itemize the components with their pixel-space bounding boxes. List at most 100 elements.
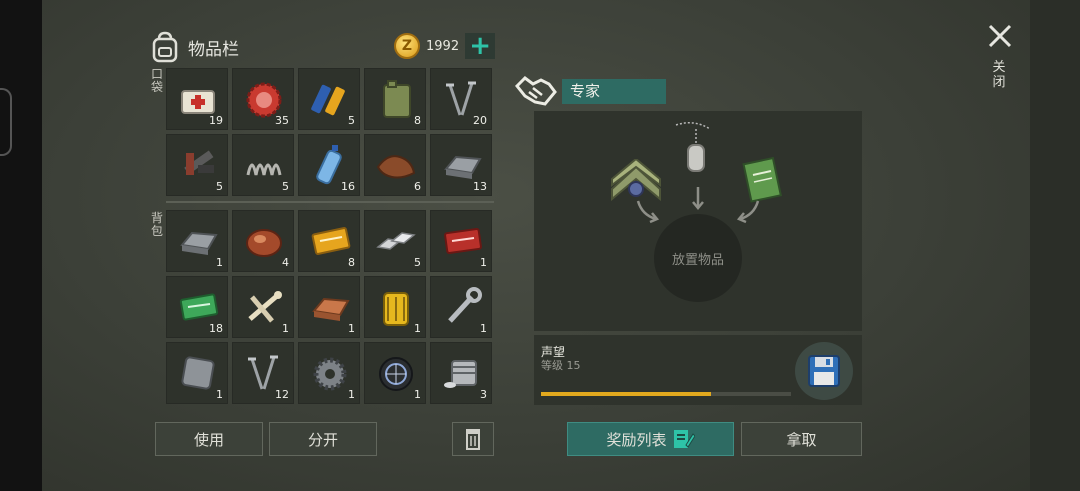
item-quantity: 1	[348, 322, 355, 335]
copper-bar-icon	[312, 297, 350, 321]
floppy-disk-badge	[795, 342, 853, 400]
trash-icon	[466, 429, 480, 450]
inventory-slot[interactable]: 8	[364, 68, 426, 130]
oil-filter-icon	[383, 292, 409, 326]
inventory-slot[interactable]: 5	[232, 134, 294, 196]
item-quantity: 18	[209, 322, 223, 335]
coin-icon: Z	[394, 33, 420, 59]
handshake-icon	[515, 76, 557, 106]
item-quantity: 12	[275, 388, 289, 401]
reputation-progress-bar	[541, 392, 791, 396]
inventory-slot[interactable]: 1	[364, 342, 426, 404]
item-quantity: 1	[480, 322, 487, 335]
inventory-slot[interactable]: 1	[298, 276, 360, 338]
trash-button[interactable]	[452, 422, 494, 456]
inventory-slot[interactable]: 3	[430, 342, 492, 404]
rewards-list-label: 奖励列表	[606, 430, 667, 449]
left-bezel	[0, 0, 42, 491]
use-button[interactable]: 使用	[155, 422, 263, 456]
item-quantity: 20	[473, 114, 487, 127]
item-quantity: 19	[209, 114, 223, 127]
aluminum-bars-icon	[376, 232, 416, 250]
inventory-slot[interactable]: 1	[364, 276, 426, 338]
backpack-label: 背包	[150, 211, 163, 238]
edit-list-icon	[673, 430, 695, 448]
gear-icon	[313, 357, 347, 391]
item-quantity: 1	[282, 322, 289, 335]
close-label[interactable]: 关闭	[991, 60, 1007, 90]
engine-part-icon	[444, 360, 477, 388]
leather-icon	[376, 155, 416, 179]
iron-bar-icon	[180, 231, 218, 255]
item-quantity: 4	[282, 256, 289, 269]
take-button[interactable]: 拿取	[741, 422, 862, 456]
coin-amount: 1992	[426, 38, 460, 54]
inventory-slot[interactable]: 1	[298, 342, 360, 404]
bones-icon	[248, 291, 282, 323]
combat-coupon-icon	[444, 227, 482, 255]
inventory-slot[interactable]: 5	[166, 134, 228, 196]
wrench-icon	[448, 287, 482, 323]
inventory-slot[interactable]: 5	[364, 210, 426, 272]
inventory-slot[interactable]: 1	[166, 342, 228, 404]
item-quantity: 8	[348, 256, 355, 269]
item-quantity: 16	[341, 180, 355, 193]
item-quantity: 1	[414, 388, 421, 401]
inventory-slot[interactable]: 35	[232, 68, 294, 130]
backpack-grid: 1 4 8 5 1 18 1 1 1 1 1 12 1 1 3	[166, 210, 492, 404]
fuel-canister-icon	[383, 80, 411, 118]
inventory-slot[interactable]: 16	[298, 134, 360, 196]
add-coins-button[interactable]: +	[465, 33, 496, 59]
inventory-slot[interactable]: 12	[232, 342, 294, 404]
scrap-pipes-icon	[184, 150, 214, 175]
inventory-slot[interactable]: 1	[430, 276, 492, 338]
backpack-icon	[152, 31, 178, 63]
item-quantity: 5	[282, 180, 289, 193]
item-quantity: 1	[348, 388, 355, 401]
item-quantity: 1	[216, 388, 223, 401]
item-quantity: 5	[414, 256, 421, 269]
inventory-slot[interactable]: 18	[166, 276, 228, 338]
inventory-slot[interactable]: 1	[166, 210, 228, 272]
item-quantity: 13	[473, 180, 487, 193]
coin-balance: Z 1992 +	[394, 32, 496, 60]
item-quantity: 1	[480, 256, 487, 269]
raw-meat-icon	[246, 229, 282, 257]
item-quantity: 5	[348, 114, 355, 127]
rewards-list-button[interactable]: 奖励列表	[567, 422, 734, 456]
expert-label: 专家	[562, 79, 666, 104]
dog-tags-icon	[675, 122, 711, 172]
inventory-slot[interactable]: 19	[166, 68, 228, 130]
inventory-slot[interactable]: 1	[430, 210, 492, 272]
reputation-level: 等级 15	[541, 359, 581, 372]
wheel-icon	[379, 357, 413, 391]
reputation-progress-fill	[541, 392, 711, 396]
inventory-slot[interactable]: 5	[298, 68, 360, 130]
survival-coupon-icon	[311, 227, 351, 255]
inventory-slot[interactable]: 20	[430, 68, 492, 130]
batteries-icon	[311, 84, 345, 116]
floppy-disk-icon	[808, 355, 840, 387]
item-drop-slot[interactable]: 放置物品	[654, 214, 742, 302]
inventory-slot[interactable]: 6	[364, 134, 426, 196]
inventory-slot[interactable]: 1	[232, 276, 294, 338]
inventory-title: 物品栏	[188, 39, 239, 60]
pocket-label: 口袋	[150, 67, 163, 94]
item-quantity: 5	[216, 180, 223, 193]
item-quantity: 3	[480, 388, 487, 401]
expert-drop-panel: 放置物品	[534, 111, 862, 331]
bezel-notch	[0, 88, 12, 156]
pocket-grid: 19 35 5 8 20 5 5 16 6 13	[166, 68, 492, 196]
inventory-slot[interactable]: 13	[430, 134, 492, 196]
right-side-strip	[1030, 0, 1080, 491]
item-quantity: 35	[275, 114, 289, 127]
grid-divider	[166, 201, 494, 203]
reputation-panel: 声望 等级 15	[534, 335, 862, 405]
item-quantity: 1	[216, 256, 223, 269]
inventory-header: 物品栏	[150, 30, 239, 64]
inventory-slot[interactable]: 8	[298, 210, 360, 272]
item-quantity: 8	[414, 114, 421, 127]
close-icon[interactable]	[986, 22, 1014, 50]
inventory-slot[interactable]: 4	[232, 210, 294, 272]
split-button[interactable]: 分开	[269, 422, 377, 456]
